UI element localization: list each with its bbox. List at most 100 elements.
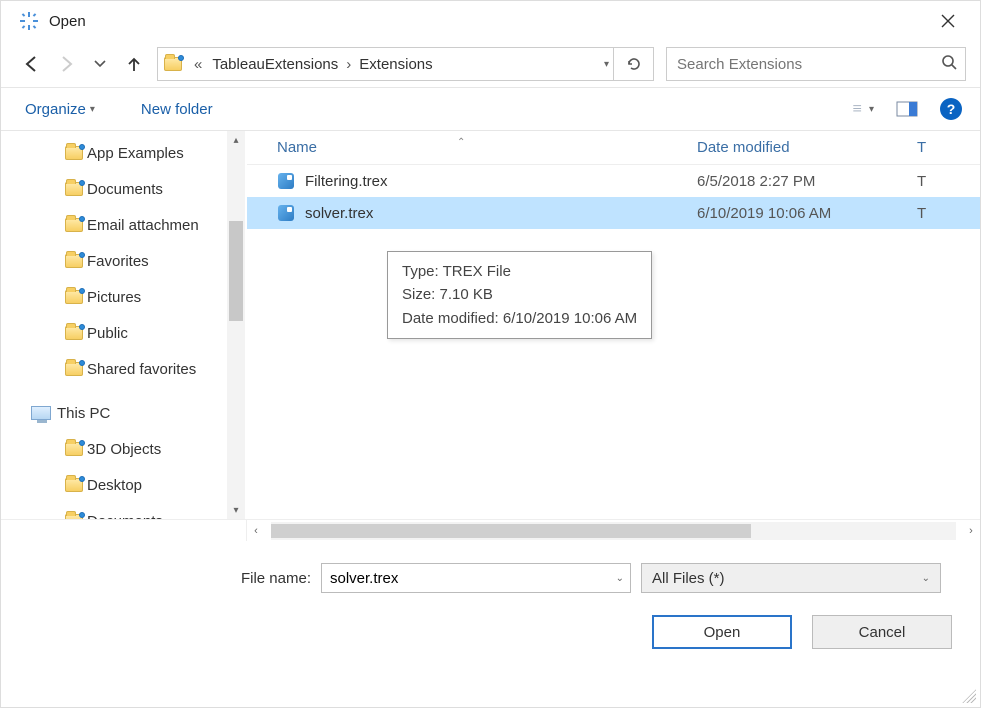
breadcrumb-seg-1[interactable]: Extensions bbox=[355, 56, 436, 73]
tree-item-label: Email attachmen bbox=[87, 217, 199, 234]
app-icon bbox=[19, 11, 39, 31]
tree-item[interactable]: This PC bbox=[1, 395, 247, 431]
trex-file-icon bbox=[277, 204, 295, 222]
file-date: 6/5/2018 2:27 PM bbox=[697, 173, 917, 190]
folder-icon bbox=[65, 362, 87, 376]
folder-icon bbox=[65, 182, 87, 196]
tree-item[interactable]: App Examples bbox=[1, 135, 247, 171]
scroll-left-icon[interactable]: ‹ bbox=[247, 525, 265, 537]
tree-item-label: Favorites bbox=[87, 253, 149, 270]
file-type-filter-label: All Files (*) bbox=[652, 570, 922, 587]
folder-icon bbox=[65, 514, 87, 519]
column-type[interactable]: T bbox=[917, 139, 980, 156]
chevron-right-icon: › bbox=[346, 56, 351, 73]
forward-button[interactable] bbox=[55, 53, 77, 75]
tree-item[interactable]: Email attachmen bbox=[1, 207, 247, 243]
arrow-left-icon bbox=[23, 55, 41, 73]
trex-file-icon bbox=[277, 172, 295, 190]
file-type-filter[interactable]: All Files (*) ⌄ bbox=[641, 563, 941, 593]
breadcrumb[interactable]: « TableauExtensions › Extensions ▾ bbox=[157, 47, 614, 81]
tree-item-label: 3D Objects bbox=[87, 441, 161, 458]
tree-item[interactable]: Pictures bbox=[1, 279, 247, 315]
file-name-label: File name: bbox=[1, 570, 311, 587]
open-button[interactable]: Open bbox=[652, 615, 792, 649]
dropdown-caret-icon[interactable]: ⌄ bbox=[616, 573, 624, 584]
dropdown-caret-icon: ▾ bbox=[869, 104, 874, 115]
folder-icon bbox=[65, 326, 87, 340]
help-icon: ? bbox=[947, 101, 956, 117]
search-box[interactable] bbox=[666, 47, 966, 81]
tooltip-line: Date modified: 6/10/2019 10:06 AM bbox=[402, 307, 637, 330]
folder-icon bbox=[65, 254, 87, 268]
scroll-thumb[interactable] bbox=[229, 221, 243, 321]
arrow-up-icon bbox=[126, 55, 142, 73]
organize-menu[interactable]: Organize ▾ bbox=[25, 101, 95, 118]
breadcrumb-seg-0[interactable]: TableauExtensions bbox=[208, 56, 342, 73]
column-name[interactable]: Name ⌃ bbox=[247, 139, 697, 156]
tree-item-label: App Examples bbox=[87, 145, 184, 162]
back-button[interactable] bbox=[21, 53, 43, 75]
folder-icon bbox=[65, 218, 87, 232]
view-options-button[interactable]: ▾ bbox=[852, 98, 874, 120]
close-icon bbox=[941, 14, 955, 28]
window-title: Open bbox=[49, 13, 86, 30]
file-name-input[interactable] bbox=[328, 569, 616, 588]
dropdown-caret-icon: ▾ bbox=[90, 104, 95, 115]
organize-label: Organize bbox=[25, 101, 86, 118]
file-type: T bbox=[917, 173, 980, 190]
tree-item[interactable]: Public bbox=[1, 315, 247, 351]
sort-indicator-icon: ⌃ bbox=[457, 137, 465, 148]
folder-icon bbox=[65, 478, 87, 492]
tree-item-label: Shared favorites bbox=[87, 361, 196, 378]
help-button[interactable]: ? bbox=[940, 98, 962, 120]
horizontal-scrollbar[interactable]: ‹ › bbox=[1, 519, 980, 541]
up-button[interactable] bbox=[123, 53, 145, 75]
nav-row: « TableauExtensions › Extensions ▾ bbox=[1, 41, 980, 87]
file-type: T bbox=[917, 205, 980, 222]
file-row[interactable]: Filtering.trex6/5/2018 2:27 PMT bbox=[247, 165, 980, 197]
column-date-modified[interactable]: Date modified bbox=[697, 139, 917, 156]
folder-icon bbox=[164, 57, 188, 71]
search-input[interactable] bbox=[675, 55, 941, 74]
tree-item-label: Documents bbox=[87, 181, 163, 198]
breadcrumb-dropdown[interactable]: ▾ bbox=[604, 59, 609, 70]
folder-tree: App Examples Documents Email attachmen Favo… bbox=[1, 131, 247, 519]
title-bar: Open bbox=[1, 1, 980, 41]
refresh-icon bbox=[626, 56, 642, 72]
cancel-button-label: Cancel bbox=[859, 624, 906, 641]
hscroll-thumb[interactable] bbox=[271, 524, 751, 538]
folder-icon bbox=[65, 290, 87, 304]
column-headers: Name ⌃ Date modified T bbox=[247, 131, 980, 165]
close-button[interactable] bbox=[928, 1, 968, 41]
tree-item[interactable]: Shared favorites bbox=[1, 351, 247, 387]
footer: File name: ⌄ All Files (*) ⌄ Open Cancel bbox=[1, 541, 980, 649]
tree-item-label: Desktop bbox=[87, 477, 142, 494]
arrow-right-icon bbox=[57, 55, 75, 73]
tooltip-line: Type: TREX File bbox=[402, 260, 637, 283]
tree-item[interactable]: Desktop bbox=[1, 467, 247, 503]
file-pane: Name ⌃ Date modified T Filtering.trex6/5… bbox=[247, 131, 980, 519]
tree-item[interactable]: 3D Objects bbox=[1, 431, 247, 467]
tree-item[interactable]: Favorites bbox=[1, 243, 247, 279]
column-name-label: Name bbox=[277, 139, 317, 156]
file-row[interactable]: solver.trex6/10/2019 10:06 AMT bbox=[247, 197, 980, 229]
file-name: solver.trex bbox=[305, 205, 373, 222]
body: App Examples Documents Email attachmen Favo… bbox=[1, 131, 980, 519]
refresh-button[interactable] bbox=[614, 47, 654, 81]
recent-locations-button[interactable] bbox=[89, 53, 111, 75]
tree-item-label: Pictures bbox=[87, 289, 141, 306]
preview-pane-button[interactable] bbox=[896, 98, 918, 120]
tree-item[interactable]: Documents bbox=[1, 503, 247, 519]
tree-item[interactable]: Documents bbox=[1, 171, 247, 207]
tree-scrollbar[interactable]: ▴ ▾ bbox=[227, 131, 245, 519]
file-name-field[interactable]: ⌄ bbox=[321, 563, 631, 593]
resize-grip[interactable] bbox=[962, 689, 976, 703]
preview-pane-icon bbox=[896, 101, 918, 117]
new-folder-button[interactable]: New folder bbox=[141, 101, 213, 118]
search-icon bbox=[941, 54, 957, 74]
cancel-button[interactable]: Cancel bbox=[812, 615, 952, 649]
scroll-up-icon[interactable]: ▴ bbox=[227, 131, 245, 149]
folder-icon bbox=[65, 146, 87, 160]
scroll-right-icon[interactable]: › bbox=[962, 525, 980, 537]
scroll-down-icon[interactable]: ▾ bbox=[227, 501, 245, 519]
